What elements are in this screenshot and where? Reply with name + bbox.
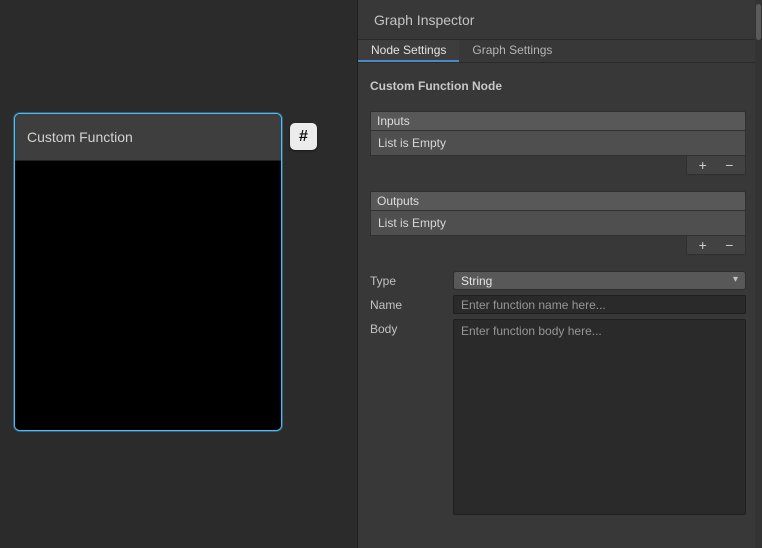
section-title: Custom Function Node (370, 79, 746, 93)
outputs-list: Outputs List is Empty + − (370, 191, 746, 255)
type-field-row: Type String ▾ (370, 271, 746, 290)
inspector-title: Graph Inspector (374, 12, 474, 28)
custom-function-node[interactable]: Custom Function (14, 113, 282, 431)
outputs-remove-button[interactable]: − (718, 238, 740, 252)
scrollbar-thumb[interactable] (756, 4, 761, 40)
inputs-list: Inputs List is Empty + − (370, 111, 746, 175)
hash-icon: # (299, 128, 308, 146)
body-label: Body (370, 319, 453, 336)
inspector-tabbar: Node Settings Graph Settings (358, 40, 762, 63)
tab-graph-settings-label: Graph Settings (472, 43, 552, 57)
tab-node-settings-label: Node Settings (371, 43, 446, 57)
type-dropdown[interactable]: String ▾ (453, 271, 746, 290)
outputs-list-header: Outputs (370, 191, 746, 211)
type-label: Type (370, 271, 453, 288)
inspector-content: Custom Function Node Inputs List is Empt… (358, 63, 762, 515)
graph-canvas[interactable]: Custom Function # (0, 0, 357, 548)
function-name-input[interactable] (453, 295, 746, 314)
node-preview-area (15, 161, 281, 430)
outputs-add-button[interactable]: + (692, 238, 714, 252)
node-header[interactable]: Custom Function (15, 114, 281, 161)
inputs-remove-button[interactable]: − (718, 158, 740, 172)
inputs-list-header: Inputs (370, 111, 746, 131)
tab-node-settings[interactable]: Node Settings (358, 40, 459, 62)
name-label: Name (370, 295, 453, 312)
inputs-list-title: Inputs (377, 114, 410, 128)
outputs-list-footer: + − (686, 236, 746, 255)
inputs-add-button[interactable]: + (692, 158, 714, 172)
inspector-titlebar[interactable]: Graph Inspector (358, 0, 762, 40)
outputs-empty-label: List is Empty (378, 216, 446, 230)
body-field-row: Body (370, 319, 746, 515)
inputs-empty-label: List is Empty (378, 136, 446, 150)
inspector-scrollbar[interactable] (755, 0, 762, 548)
custom-function-badge-button[interactable]: # (290, 123, 317, 150)
node-title: Custom Function (27, 129, 133, 145)
type-dropdown-value: String (461, 274, 492, 288)
graph-inspector-panel: Graph Inspector Node Settings Graph Sett… (357, 0, 762, 548)
name-field-row: Name (370, 295, 746, 314)
tab-graph-settings[interactable]: Graph Settings (459, 40, 565, 62)
outputs-list-title: Outputs (377, 194, 419, 208)
chevron-down-icon: ▾ (733, 274, 738, 285)
outputs-list-empty-row: List is Empty (370, 211, 746, 236)
inputs-list-empty-row: List is Empty (370, 131, 746, 156)
function-body-input[interactable] (453, 319, 746, 515)
inputs-list-footer: + − (686, 156, 746, 175)
